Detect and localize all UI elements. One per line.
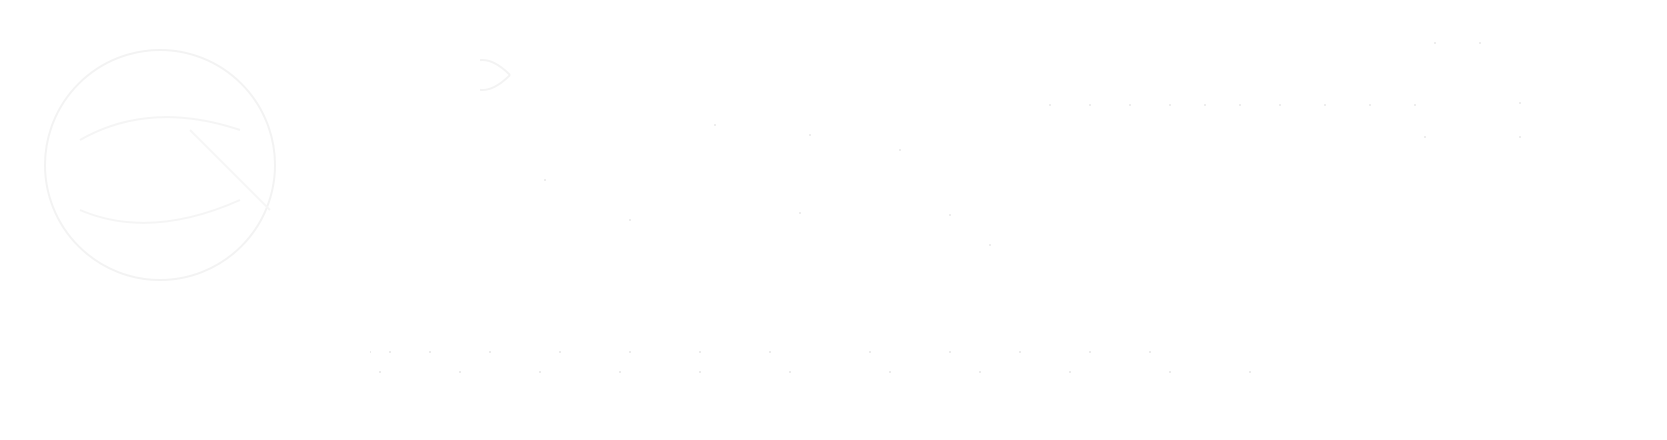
blank-logo-canvas bbox=[0, 0, 1667, 440]
faint-tagline bbox=[370, 351, 1251, 373]
faint-wordmark bbox=[480, 42, 1521, 246]
faint-circle-logo-icon bbox=[44, 49, 276, 281]
